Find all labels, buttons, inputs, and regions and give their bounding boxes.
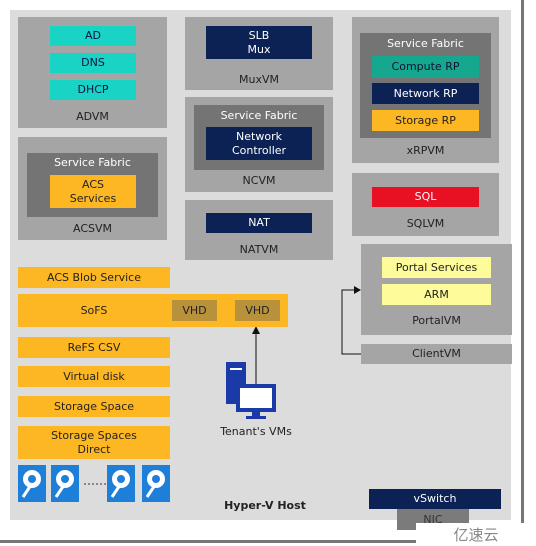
disk-icon (51, 465, 79, 502)
vhd-box: VHD (235, 300, 280, 321)
disk-icon (18, 465, 46, 502)
disk-icons (18, 465, 170, 502)
disk-icon (142, 465, 170, 502)
tenant-vm-icon (226, 362, 276, 419)
arrowhead (354, 286, 361, 294)
acs-blob-service: ACS Blob Service (18, 267, 170, 288)
virtual-disk: Virtual disk (18, 366, 170, 387)
client-to-portal-arrow (341, 289, 361, 355)
watermark: 亿速云 (416, 523, 536, 546)
vhd-box: VHD (172, 300, 217, 321)
diagram: AD DNS DHCP ADVM Service Fabric ACS Serv… (0, 0, 536, 546)
tenant-vms-label: Tenant's VMs (220, 425, 292, 438)
storage-spaces-direct: Storage Spaces Direct (18, 426, 170, 459)
storage-space: Storage Space (18, 396, 170, 417)
disk-icon (107, 465, 135, 502)
vswitch-box: vSwitch (369, 489, 501, 509)
arrowhead (252, 326, 260, 334)
sofs-label: SoFS (80, 303, 108, 317)
hyperv-host-label: Hyper-V Host (224, 499, 306, 512)
refs-csv: ReFS CSV (18, 337, 170, 358)
